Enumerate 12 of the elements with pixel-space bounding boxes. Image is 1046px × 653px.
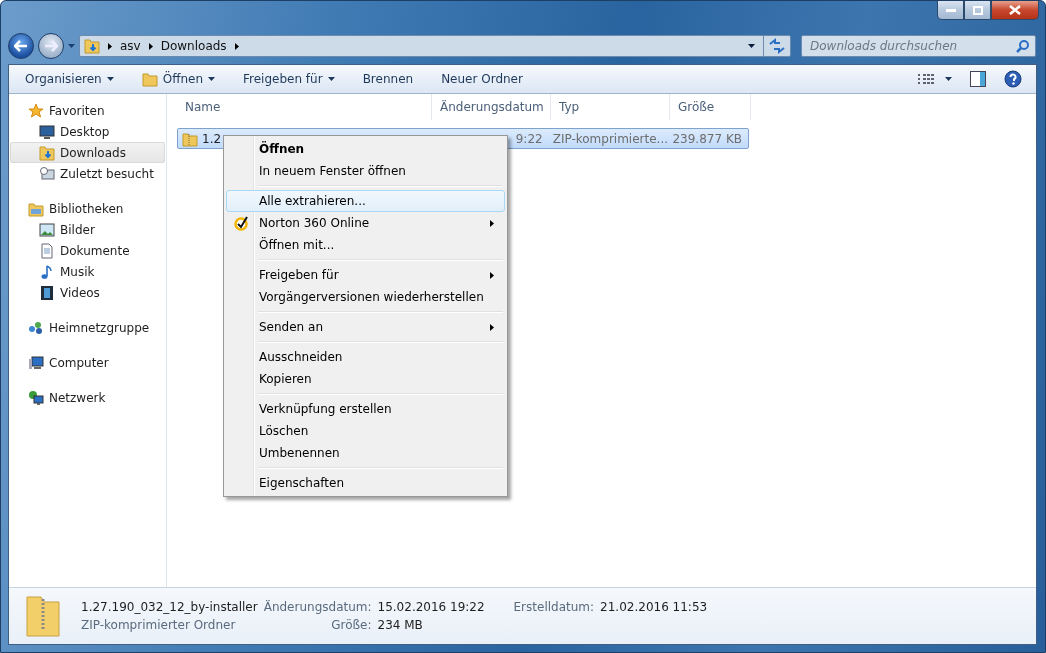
details-file-name: 1.27.190_032_12_by-installer — [81, 600, 258, 614]
file-name: 1.2 — [202, 131, 222, 146]
file-date: 9:22 — [515, 131, 543, 146]
file-size: 239.877 KB — [672, 131, 742, 146]
details-file-type: ZIP-komprimierter Ordner — [81, 618, 237, 632]
details-value: 15.02.2016 19:22 — [377, 600, 486, 614]
details-label: Größe: — [330, 618, 372, 632]
details-label: Erstelldatum: — [513, 600, 595, 614]
details-label: Änderungsdatum: — [263, 600, 372, 614]
details-value: 234 MB — [377, 618, 424, 632]
details-value: 21.02.2016 11:53 — [600, 600, 708, 614]
file-type: ZIP-komprimierte... — [552, 131, 669, 146]
